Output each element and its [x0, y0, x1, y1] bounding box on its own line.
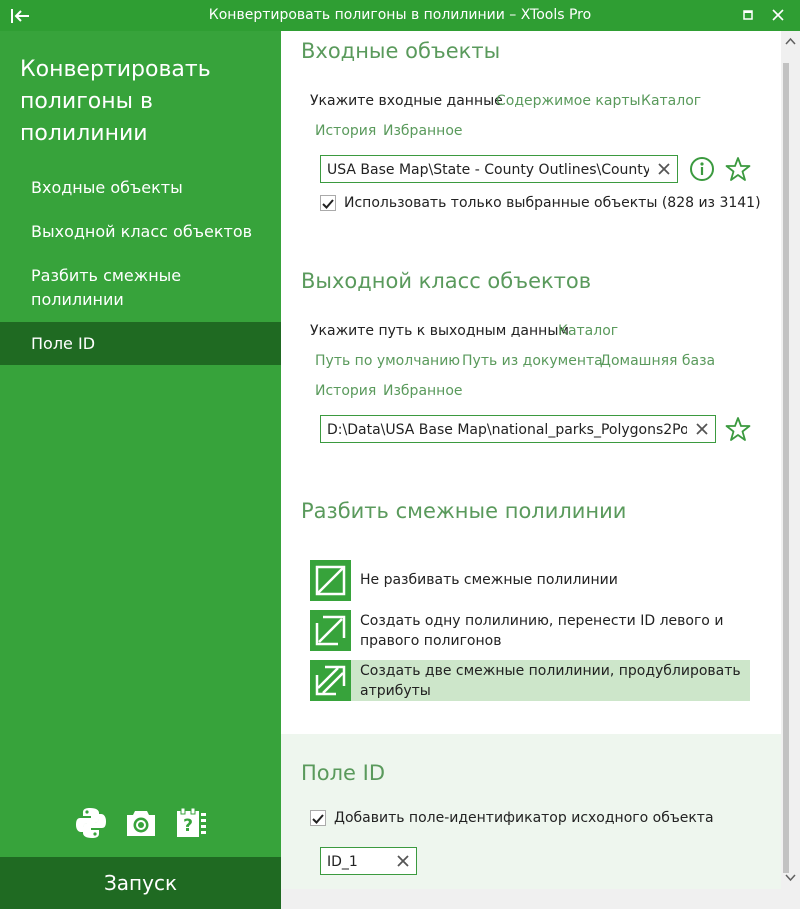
status-bar — [281, 889, 800, 909]
id-field-name-value: ID_1 — [327, 854, 358, 870]
use-selected-checkbox[interactable] — [320, 195, 336, 211]
clear-icon[interactable] — [396, 854, 410, 868]
star-icon[interactable] — [725, 156, 751, 182]
link-catalog[interactable]: Каталог — [641, 93, 701, 109]
star-icon[interactable] — [725, 416, 751, 442]
link-home-geodatabase[interactable]: Домашняя база — [600, 353, 715, 369]
link-document-path[interactable]: Путь из документа — [462, 353, 603, 369]
python-icon[interactable] — [74, 806, 108, 840]
split-section-title: Разбить смежные полилинии — [301, 499, 627, 523]
checkmark-icon — [322, 199, 334, 209]
input-section-title: Входные объекты — [301, 39, 501, 63]
scroll-up-icon[interactable] — [785, 37, 796, 45]
scroll-down-icon[interactable] — [785, 874, 796, 882]
link-history[interactable]: История — [315, 123, 376, 139]
split-option-none[interactable]: Не разбивать смежные полилинии — [310, 560, 750, 601]
sidebar-item-input[interactable]: Входные объекты — [0, 176, 281, 200]
run-button[interactable]: Запуск — [0, 857, 281, 909]
split-option-label: Не разбивать смежные полилинии — [360, 572, 618, 588]
vertical-scrollbar[interactable] — [781, 31, 800, 889]
sidebar-item-output[interactable]: Выходной класс объектов — [0, 220, 281, 244]
id-section-title: Поле ID — [301, 761, 386, 785]
info-icon[interactable] — [689, 156, 715, 182]
single-line-icon — [310, 610, 351, 651]
scrollbar-thumb[interactable] — [783, 63, 789, 873]
clear-icon[interactable] — [657, 162, 671, 176]
sidebar-item-split[interactable]: Разбить смежные полилинии — [0, 264, 240, 312]
link-output-favorites[interactable]: Избранное — [383, 383, 463, 399]
help-icon[interactable]: ? — [174, 806, 208, 840]
sidebar-heading: Конвертировать полигоны в полилинии — [20, 57, 211, 146]
input-data-field[interactable]: USA Base Map\State - County Outlines\Cou… — [320, 155, 678, 183]
link-default-path[interactable]: Путь по умолчанию — [315, 353, 460, 369]
maximize-icon[interactable] — [738, 5, 758, 25]
split-option-single[interactable]: Создать одну полилинию, перенести ID лев… — [310, 610, 750, 651]
output-prompt: Укажите путь к выходным данным — [310, 323, 569, 339]
title-bar: Конвертировать полигоны в полилинии – XT… — [0, 0, 800, 31]
close-icon[interactable] — [768, 5, 788, 25]
output-path-field[interactable]: D:\Data\USA Base Map\national_parks_Poly… — [320, 415, 716, 443]
id-field-section: Поле ID Добавить поле-идентификатор исхо… — [281, 734, 781, 889]
split-option-label: Создать две смежные полилинии, продублир… — [360, 663, 741, 699]
input-prompt: Укажите входные данные — [310, 93, 503, 109]
checkmark-icon — [312, 814, 324, 824]
svg-text:?: ? — [183, 816, 193, 836]
id-field-name-input[interactable]: ID_1 — [320, 847, 417, 875]
sidebar-item-id-field[interactable]: Поле ID — [0, 322, 281, 365]
link-map-contents[interactable]: Содержимое карты — [496, 93, 641, 109]
link-output-catalog[interactable]: Каталог — [558, 323, 618, 339]
output-path-value: D:\Data\USA Base Map\national_parks_Poly… — [327, 422, 687, 438]
sidebar: Конвертировать полигоны в полилинии Вход… — [0, 31, 281, 909]
output-section-title: Выходной класс объектов — [301, 269, 592, 293]
window-title: Конвертировать полигоны в полилинии – XT… — [208, 7, 592, 23]
no-split-icon — [310, 560, 351, 601]
input-data-value: USA Base Map\State - County Outlines\Cou… — [327, 162, 649, 178]
link-output-history[interactable]: История — [315, 383, 376, 399]
split-option-label: Создать одну полилинию, перенести ID лев… — [360, 613, 724, 649]
add-id-field-label: Добавить поле-идентификатор исходного об… — [334, 810, 714, 826]
add-id-field-checkbox[interactable] — [310, 810, 326, 826]
main-panel: Входные объекты Укажите входные данные С… — [281, 31, 781, 889]
clear-icon[interactable] — [695, 422, 709, 436]
link-favorites[interactable]: Избранное — [383, 123, 463, 139]
double-line-icon — [310, 660, 351, 701]
split-option-double[interactable]: Создать две смежные полилинии, продублир… — [310, 660, 750, 701]
camera-icon[interactable] — [124, 806, 158, 840]
use-selected-label: Использовать только выбранные объекты (8… — [344, 195, 761, 211]
